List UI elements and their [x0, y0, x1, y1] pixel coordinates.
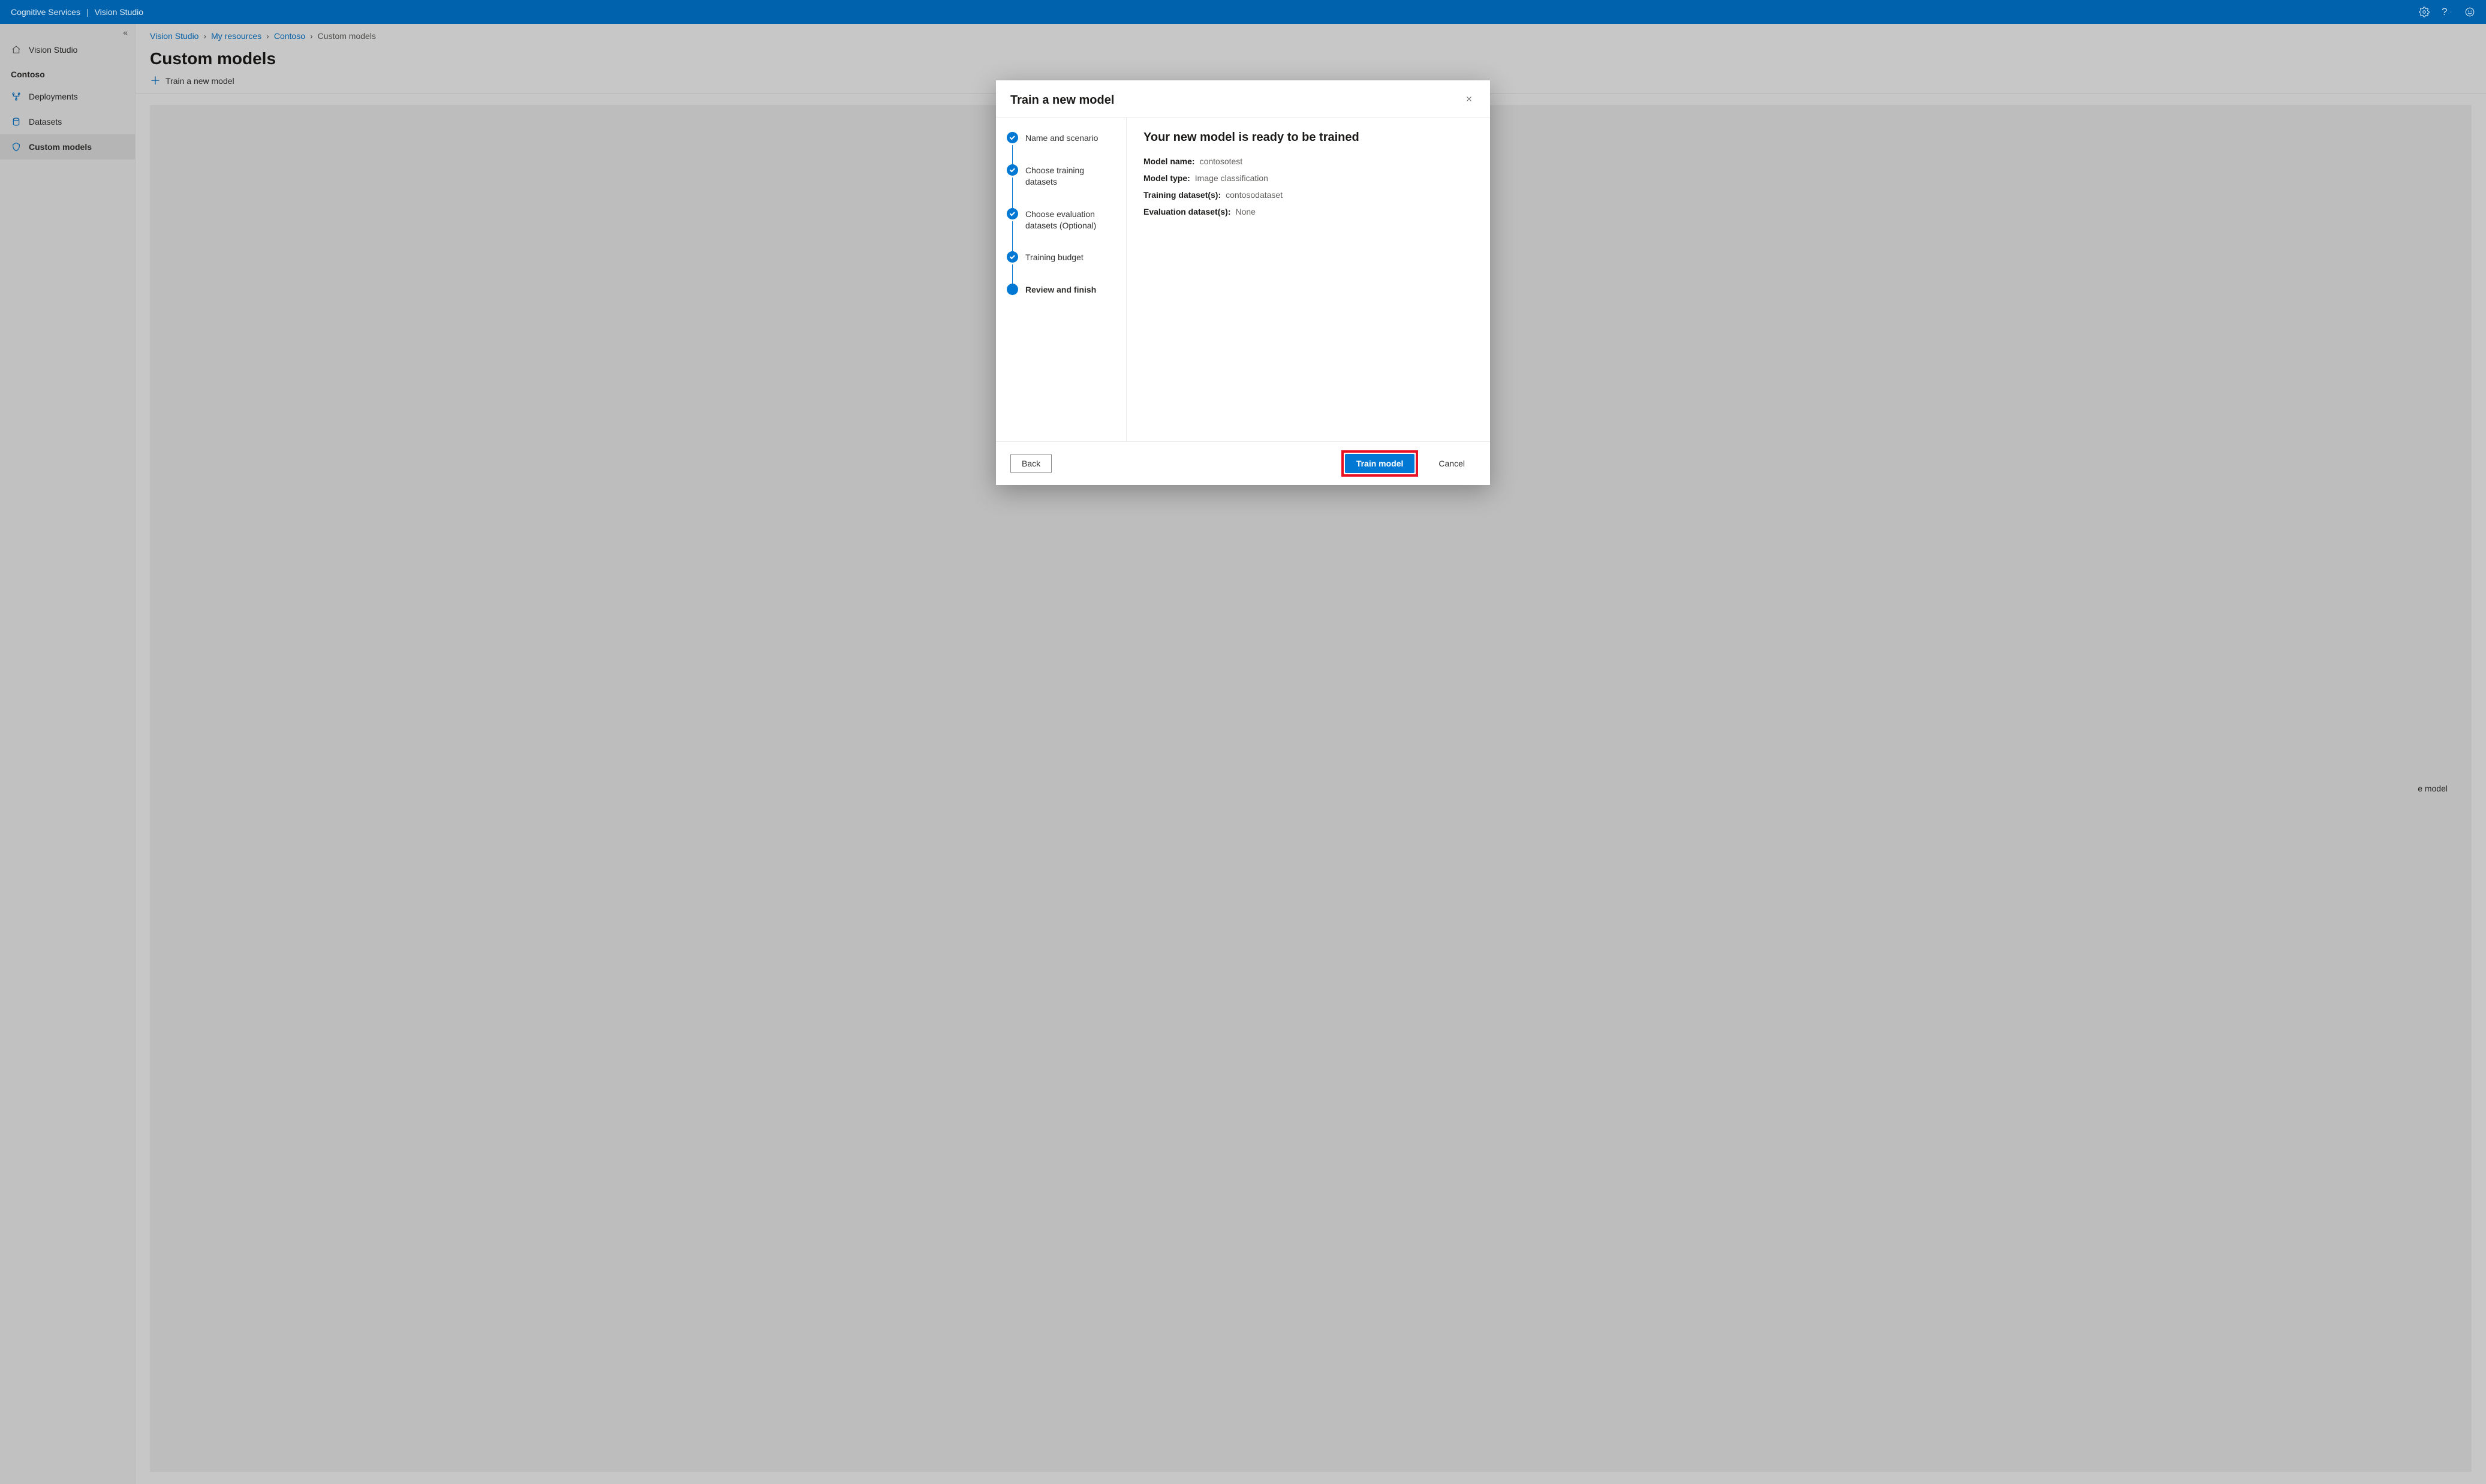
- review-row: Evaluation dataset(s): None: [1143, 207, 1473, 216]
- footer-right: Train model Cancel: [1341, 450, 1476, 477]
- product-label: Vision Studio: [95, 7, 143, 17]
- review-key: Model name:: [1143, 156, 1195, 166]
- modal-body: Name and scenario Choose training datase…: [996, 118, 1490, 441]
- review-key: Evaluation dataset(s):: [1143, 207, 1230, 216]
- step-label: Choose evaluation datasets (Optional): [1025, 208, 1116, 231]
- step-item[interactable]: Review and finish: [1007, 284, 1116, 296]
- modal-title: Train a new model: [1010, 94, 1114, 107]
- review-heading: Your new model is ready to be trained: [1143, 131, 1473, 145]
- modal-review-pane: Your new model is ready to be trained Mo…: [1127, 118, 1490, 441]
- step-current-icon: [1007, 284, 1018, 295]
- step-complete-icon: [1007, 208, 1018, 219]
- review-value: contosodataset: [1226, 190, 1283, 200]
- modal-step-nav: Name and scenario Choose training datase…: [996, 118, 1127, 441]
- train-model-button[interactable]: Train model: [1345, 454, 1415, 473]
- modal-footer: Back Train model Cancel: [996, 441, 1490, 485]
- review-key: Model type:: [1143, 173, 1190, 183]
- train-model-modal: Train a new model Name and scenario Choo…: [996, 80, 1490, 485]
- step-label: Name and scenario: [1025, 132, 1098, 144]
- modal-header: Train a new model: [996, 80, 1490, 118]
- help-icon[interactable]: ?: [2442, 7, 2452, 17]
- step-complete-icon: [1007, 251, 1018, 263]
- close-icon[interactable]: [1462, 92, 1476, 109]
- step-label: Choose training datasets: [1025, 164, 1116, 188]
- step-complete-icon: [1007, 164, 1018, 176]
- review-row: Training dataset(s): contosodataset: [1143, 190, 1473, 200]
- review-value: None: [1235, 207, 1255, 216]
- step-item[interactable]: Name and scenario: [1007, 132, 1116, 164]
- review-row: Model name: contosotest: [1143, 156, 1473, 166]
- review-row: Model type: Image classification: [1143, 173, 1473, 183]
- review-value: contosotest: [1200, 156, 1243, 166]
- step-label: Review and finish: [1025, 284, 1096, 296]
- review-value: Image classification: [1195, 173, 1268, 183]
- step-item[interactable]: Choose evaluation datasets (Optional): [1007, 208, 1116, 252]
- brand-label: Cognitive Services: [11, 7, 80, 17]
- cancel-button[interactable]: Cancel: [1428, 454, 1476, 472]
- step-item[interactable]: Training budget: [1007, 251, 1116, 284]
- topbar-right: ?: [2419, 7, 2475, 17]
- gear-icon[interactable]: [2419, 7, 2430, 17]
- back-button[interactable]: Back: [1010, 454, 1052, 473]
- step-complete-icon: [1007, 132, 1018, 143]
- topbar-left: Cognitive Services | Vision Studio: [11, 7, 143, 17]
- step-label: Training budget: [1025, 251, 1084, 263]
- step-item[interactable]: Choose training datasets: [1007, 164, 1116, 208]
- topbar-separator: |: [86, 7, 89, 17]
- topbar: Cognitive Services | Vision Studio ?: [0, 0, 2486, 24]
- main: « Vision Studio Contoso Deployments Data…: [0, 24, 2486, 1484]
- review-key: Training dataset(s):: [1143, 190, 1221, 200]
- annotation-highlight: Train model: [1341, 450, 1419, 477]
- feedback-icon[interactable]: [2464, 7, 2475, 17]
